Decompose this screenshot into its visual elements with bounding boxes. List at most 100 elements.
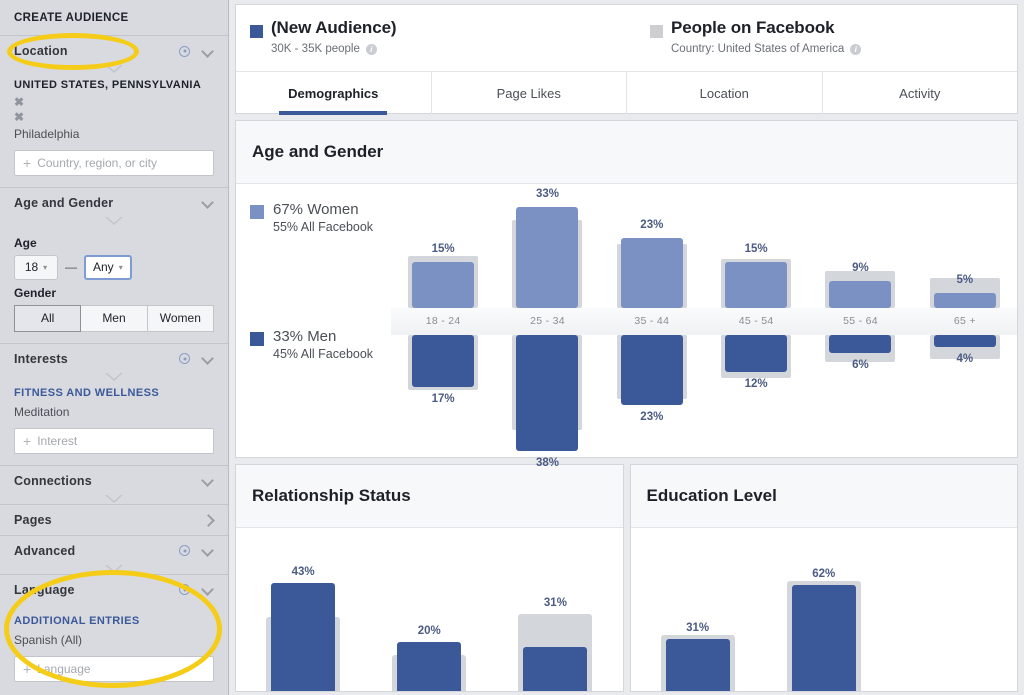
main-content: (New Audience) 30K - 35K people i People… [7,0,1024,695]
age-min-value: 18 [24,260,39,275]
men-bar-label: 6% [852,359,869,372]
sidebar-section-location[interactable]: Location [0,35,228,66]
men-bar [620,335,683,406]
age-max-select[interactable]: Any ▾ [84,254,132,280]
gear-icon[interactable] [179,545,190,557]
section-notch [0,493,228,504]
women-bar-label: 15% [431,243,455,256]
age-axis-label: 25 - 34 [530,315,565,327]
sidebar-title: CREATE AUDIENCE [14,12,129,24]
spinner-icon: ▾ [43,262,48,272]
women-bar-label: 23% [640,218,664,231]
tab-activity[interactable]: Activity [823,72,1018,114]
bar-label: 31% [686,621,710,634]
interest-input-placeholder: Interest [37,433,78,448]
language-input[interactable]: + Language [14,655,214,682]
relationship-columns: 43% 20% 31% [236,528,623,691]
chevron-down-icon[interactable] [203,584,214,595]
bar-column [887,528,1013,691]
bar-column: 62% [761,528,887,691]
gender-option-all[interactable]: All [14,304,82,332]
age-axis-label: 55 - 64 [843,315,878,327]
legend-swatch-women [250,205,264,219]
legend-men-benchmark: 45% All Facebook [273,347,374,361]
pages-label: Pages [14,512,52,527]
tab-page-likes[interactable]: Page Likes [432,72,627,114]
men-bar-label: 38% [535,456,559,469]
age-label: Age [14,235,37,250]
gender-option-men[interactable]: Men [81,304,148,332]
gear-icon[interactable] [179,45,190,57]
info-icon[interactable]: i [365,43,377,55]
men-bar [412,335,475,387]
value-bar [791,584,856,691]
section-notch [0,215,228,226]
chevron-down-icon[interactable] [203,353,214,364]
men-bar-label: 4% [956,353,974,366]
spinner-icon: ▾ [118,262,123,272]
section-notch [0,563,228,574]
age-axis-band: 18 - 24 25 - 34 35 - 44 45 - 54 55 - 64 65 + [391,308,1017,335]
connections-label: Connections [14,473,92,488]
value-bar [397,642,462,691]
education-panel-title: Education Level [630,465,1017,528]
bar-label: 31% [543,596,567,609]
interests-panel: FITNESS AND WELLNESS Meditation + Intere… [0,381,228,465]
location-input[interactable]: + Country, region, or city [14,149,214,176]
relationship-chart: 43% 20% 31% [236,528,623,691]
gender-option-women[interactable]: Women [147,304,214,332]
language-input-placeholder: Language [37,661,91,676]
location-heading: UNITED STATES, PENNSYLVANIA [14,79,202,91]
gender-label: Gender [14,285,57,300]
comparison-title: People on Facebook [671,18,835,37]
age-gender-label: Age and Gender [14,195,114,210]
sidebar-section-language[interactable]: Language [0,573,228,605]
interest-input[interactable]: + Interest [14,427,214,454]
age-axis-label: 45 - 54 [738,315,774,327]
chevron-down-icon[interactable] [203,475,214,486]
chevron-down-icon[interactable] [203,545,214,556]
audience-subtitle-row: 30K - 35K people i [271,43,397,55]
women-bar-label: 33% [535,188,559,201]
legend-women-value: 67% Women [273,201,359,218]
women-bar-label: 5% [956,273,974,286]
language-label: Language [14,582,75,597]
remove-city-icon[interactable]: ✖ [14,110,214,125]
tab-location[interactable]: Location [627,72,823,114]
remove-location-icon[interactable]: ✖ [14,95,214,110]
language-heading: ADDITIONAL ENTRIES [14,614,140,627]
age-gender-legend: 67% Women 55% All Facebook 33% Men 45% A… [236,184,391,457]
bottom-charts-row: Relationship Status 43% 20% 31% Education … [235,464,1018,692]
age-min-select[interactable]: 18 ▾ [14,254,58,280]
education-columns: 31% 62% [631,528,1018,691]
value-bar [523,647,588,691]
sidebar-section-age-gender[interactable]: Age and Gender [0,186,228,218]
sidebar-section-pages[interactable]: Pages [0,503,228,535]
men-bar [725,335,788,372]
education-level-card: Education Level 31% 62% [629,464,1018,692]
gear-icon[interactable] [179,584,190,596]
comparison-color-swatch [650,25,663,38]
chevron-right-icon[interactable] [203,514,214,525]
chevron-down-icon[interactable] [203,197,214,208]
age-gender-panel-title: Age and Gender [236,121,1017,184]
bar-label: 43% [291,566,315,579]
location-city: Philadelphia [14,126,80,141]
section-notch [0,64,228,74]
age-axis-label: 65 + [953,315,976,327]
sidebar-section-interests[interactable]: Interests [0,342,228,374]
chevron-down-icon[interactable] [203,46,214,57]
age-gender-chart: 67% Women 55% All Facebook 33% Men 45% A… [236,184,1017,469]
tab-demographics[interactable]: Demographics [236,72,432,114]
men-bar [933,335,996,348]
men-bar [829,335,892,354]
gear-icon[interactable] [179,353,190,365]
sidebar-section-connections[interactable]: Connections [0,464,228,496]
sidebar-section-advanced[interactable]: Advanced [0,534,228,566]
gender-segmented-control: All Men Women [14,304,214,332]
language-panel: ADDITIONAL ENTRIES Spanish (All) + Langu… [0,604,228,693]
women-bar-label: 9% [852,261,869,274]
legend-item-men: 33% Men 45% All Facebook [250,328,373,361]
section-notch [0,371,228,382]
info-icon[interactable]: i [850,43,862,55]
